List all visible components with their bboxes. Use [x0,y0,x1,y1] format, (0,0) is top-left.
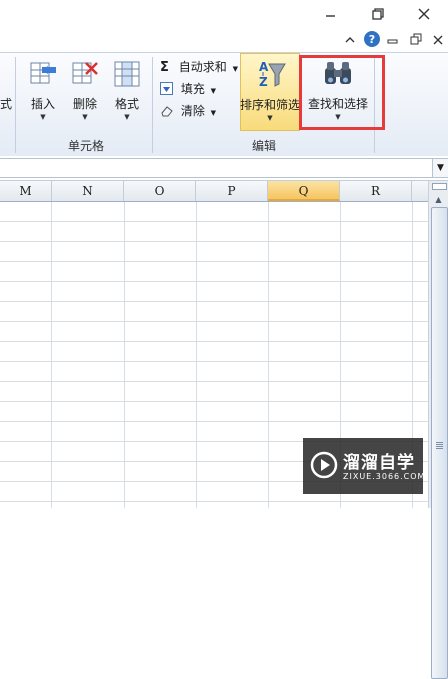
sort-filter-icon: A Z [259,60,286,89]
column-header-o[interactable]: O [124,181,196,201]
vertical-scrollbar[interactable]: ▲ [428,181,448,679]
autosum-button[interactable]: Σ 自动求和 ▼ [160,58,238,78]
chevron-down-icon: ▼ [210,87,217,95]
column-header-q[interactable]: Q [268,181,340,201]
autosum-label: 自动求和 [178,60,227,74]
close-button[interactable] [413,4,435,24]
clear-label: 清除 [180,104,205,118]
format-cut-label: 式 [0,97,13,111]
minimize-button[interactable] [320,4,342,24]
watermark-subtitle: ZIXUE.3066.COM [343,472,426,481]
grid-line [268,202,269,508]
svg-text:?: ? [369,33,375,46]
help-icon[interactable]: ? [363,30,381,48]
ribbon-collapse-icon[interactable] [344,34,356,46]
column-header-p[interactable]: P [196,181,268,201]
sort-filter-label: 排序和筛选 [239,98,300,112]
cells-group-label: 单元格 [67,139,104,153]
minimize-icon [326,15,335,17]
fill-button[interactable]: 填充 ▼ [160,80,216,100]
highlight-annotation [299,55,385,130]
window-title-bar [0,0,448,28]
minimize-doc-icon[interactable] [387,34,399,46]
chevron-down-icon: ▼ [40,113,46,121]
eraser-icon [161,106,173,117]
format-label: 格式 [114,97,139,111]
scroll-up-icon[interactable]: ▲ [432,193,445,206]
insert-button[interactable]: 插入 ▼ [24,53,62,133]
format-cells-icon [114,61,140,87]
column-headers: M N O P Q R [0,181,428,202]
formula-bar: ▼ [0,156,448,181]
close-icon [418,8,430,20]
grip-icon [436,442,443,449]
editing-group-label: 编辑 [251,139,276,153]
chevron-down-icon: ▼ [232,65,238,73]
delete-cells-icon [72,62,98,84]
insert-cells-icon [30,62,56,84]
restore-icon [372,8,384,20]
grid-line [196,202,197,508]
split-handle[interactable] [432,183,447,190]
group-separator [152,57,153,153]
watermark-title: 溜溜自学 [343,453,415,473]
svg-text:Z: Z [259,75,268,89]
column-header-n[interactable]: N [52,181,124,201]
restore-button[interactable] [367,4,389,24]
insert-label: 插入 [30,97,55,111]
chevron-down-icon: ▼ [267,114,273,122]
chevron-down-icon: ▼ [210,109,217,117]
fill-label: 填充 [180,82,205,96]
formula-expand-button[interactable]: ▼ [432,158,448,178]
chevron-down-icon: ▼ [82,113,88,121]
grid-line [124,202,125,508]
close-doc-icon[interactable] [432,34,444,46]
scroll-thumb[interactable] [431,207,448,679]
delete-label: 删除 [72,97,97,111]
restore-doc-icon[interactable] [410,33,423,46]
sigma-icon: Σ [160,60,169,75]
formula-input[interactable] [0,158,433,178]
play-logo-icon [310,451,338,479]
watermark-logo: 溜溜自学 ZIXUE.3066.COM [303,438,426,494]
column-header-r[interactable]: R [340,181,412,201]
svg-text:A: A [259,60,269,74]
group-separator [15,57,16,153]
chevron-down-icon: ▼ [437,163,444,173]
format-button[interactable]: 格式 ▼ [108,53,146,133]
delete-button[interactable]: 删除 ▼ [66,53,104,133]
chevron-down-icon: ▼ [124,113,130,121]
ribbon-controls-bar: ? [0,28,448,52]
clear-button[interactable]: 清除 ▼ [160,102,216,122]
sort-filter-button[interactable]: A Z 排序和筛选 ▼ [240,53,300,131]
fill-down-icon [160,82,173,95]
column-header-m[interactable]: M [0,181,52,201]
